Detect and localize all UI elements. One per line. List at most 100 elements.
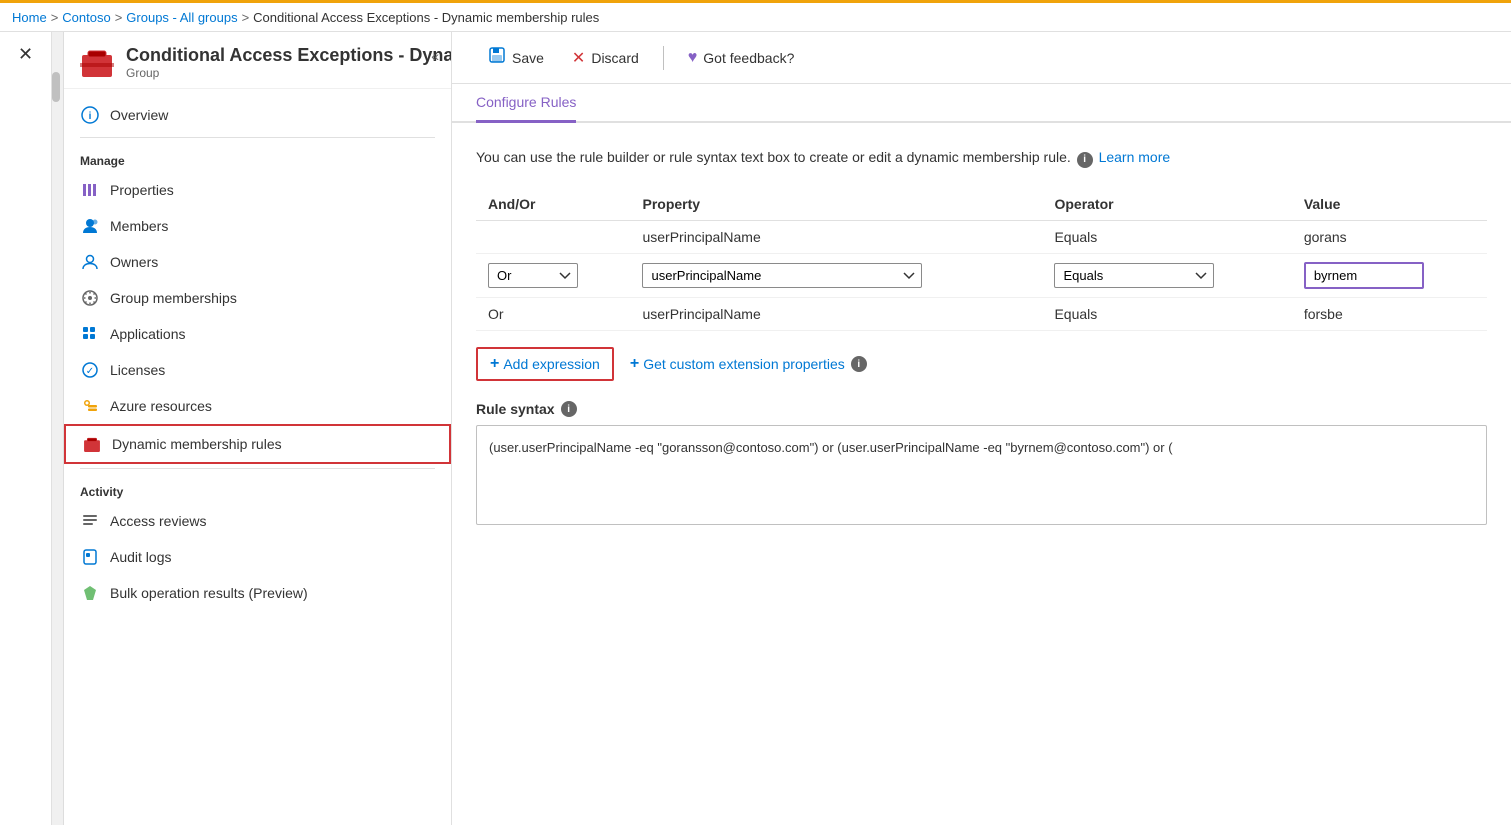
scrollbar[interactable] (52, 32, 64, 825)
sidebar-item-group-memberships[interactable]: Group memberships (64, 280, 451, 316)
col-operator: Operator (1042, 188, 1291, 221)
value-input[interactable] (1304, 262, 1424, 289)
rule-syntax-info-icon[interactable]: i (561, 401, 577, 417)
get-custom-plus-icon: + (630, 355, 639, 373)
dynamic-membership-icon (82, 434, 102, 454)
breadcrumb-groups[interactable]: Groups - All groups (126, 10, 237, 25)
breadcrumb-contoso[interactable]: Contoso (62, 10, 110, 25)
sidebar-item-label-bulk-ops: Bulk operation results (Preview) (110, 585, 308, 601)
action-row: + Add expression + Get custom extension … (476, 347, 1487, 381)
and-or-select[interactable]: Or And (488, 263, 578, 288)
members-icon (80, 216, 100, 236)
tab-configure-rules[interactable]: Configure Rules (476, 84, 576, 123)
discard-button[interactable]: ✕ Discard (560, 42, 651, 74)
add-expression-button[interactable]: + Add expression (476, 347, 614, 381)
row2-operator-cell: Equals Not Equals Contains (1042, 254, 1291, 298)
header-icon (80, 44, 114, 80)
feedback-icon: ♥ (688, 49, 698, 67)
add-expression-label: Add expression (503, 356, 600, 372)
discard-icon: ✕ (572, 48, 585, 68)
toolbar: Save ✕ Discard ♥ Got feedback? (452, 32, 1511, 84)
sidebar-item-properties[interactable]: Properties (64, 172, 451, 208)
sidebar-item-owners[interactable]: Owners (64, 244, 451, 280)
table-row: Or userPrincipalName Equals forsbe (476, 298, 1487, 331)
add-expression-plus-icon: + (490, 355, 499, 373)
breadcrumb-current: Conditional Access Exceptions - Dynamic … (253, 10, 599, 25)
sidebar-item-licenses[interactable]: ✓ Licenses (64, 352, 451, 388)
row1-and-or (476, 221, 630, 254)
save-button-label: Save (512, 50, 544, 66)
audit-logs-icon (80, 547, 100, 567)
collapse-sidebar-button[interactable]: « (431, 48, 439, 64)
save-icon (488, 46, 506, 69)
rule-syntax-label: Rule syntax (476, 401, 555, 417)
info-tooltip-icon[interactable]: i (1077, 152, 1093, 168)
page-subtitle: Group (126, 66, 452, 80)
activity-section-label: Activity (64, 473, 451, 503)
rule-syntax-box[interactable]: (user.userPrincipalName -eq "goransson@c… (476, 425, 1487, 525)
col-and-or: And/Or (476, 188, 630, 221)
rule-syntax-header: Rule syntax i (476, 401, 1487, 417)
sidebar-item-label-azure-resources: Azure resources (110, 398, 212, 414)
sidebar-item-bulk-ops[interactable]: Bulk operation results (Preview) (64, 575, 451, 611)
toolbar-separator (663, 46, 664, 70)
table-header-row: And/Or Property Operator Value (476, 188, 1487, 221)
page-title: Conditional Access Exceptions - Dynamic … (126, 45, 452, 66)
get-custom-label: Get custom extension properties (643, 356, 845, 372)
operator-select[interactable]: Equals Not Equals Contains (1054, 263, 1214, 288)
bulk-ops-icon (80, 583, 100, 603)
close-button[interactable]: ✕ (10, 40, 41, 69)
sidebar-item-dynamic-membership[interactable]: Dynamic membership rules (64, 424, 451, 464)
get-custom-extension-button[interactable]: + Get custom extension properties i (630, 349, 869, 379)
sidebar-item-members[interactable]: Members (64, 208, 451, 244)
col-property: Property (630, 188, 1042, 221)
row2-and-or-cell: Or And (476, 254, 630, 298)
sidebar-item-label-properties: Properties (110, 182, 174, 198)
manage-section-label: Manage (64, 142, 451, 172)
sidebar-item-overview[interactable]: i Overview (64, 97, 451, 133)
feedback-button-label: Got feedback? (703, 50, 794, 66)
row2-value-cell (1292, 254, 1487, 298)
row3-property: userPrincipalName (630, 298, 1042, 331)
custom-extension-info-icon[interactable]: i (851, 356, 867, 372)
info-text: You can use the rule builder or rule syn… (476, 147, 1487, 168)
nav-divider-2 (80, 468, 435, 469)
save-button[interactable]: Save (476, 40, 556, 75)
page-header: Conditional Access Exceptions - Dynamic … (64, 32, 451, 89)
azure-resources-icon (80, 396, 100, 416)
tab-configure-rules-label: Configure Rules (476, 94, 576, 110)
sidebar-item-label-members: Members (110, 218, 168, 234)
property-select[interactable]: userPrincipalName displayName mail (642, 263, 922, 288)
breadcrumb: Home > Contoso > Groups - All groups > C… (12, 10, 599, 25)
scroll-thumb (52, 72, 60, 102)
close-panel: ✕ (0, 32, 52, 825)
breadcrumb-home[interactable]: Home (12, 10, 47, 25)
top-bar: Home > Contoso > Groups - All groups > C… (0, 0, 1511, 32)
sidebar-item-access-reviews[interactable]: Access reviews (64, 503, 451, 539)
sidebar-item-azure-resources[interactable]: Azure resources (64, 388, 451, 424)
overview-icon: i (80, 105, 100, 125)
sidebar: Conditional Access Exceptions - Dynamic … (52, 32, 452, 825)
svg-text:i: i (89, 111, 92, 122)
access-reviews-icon (80, 511, 100, 531)
learn-more-link[interactable]: Learn more (1099, 149, 1171, 165)
tabs: Configure Rules (452, 84, 1511, 123)
table-row-editable: Or And userPrincipalName displayName mai… (476, 254, 1487, 298)
sidebar-item-label-access-reviews: Access reviews (110, 513, 206, 529)
row1-property: userPrincipalName (630, 221, 1042, 254)
discard-button-label: Discard (591, 50, 638, 66)
feedback-button[interactable]: ♥ Got feedback? (676, 43, 807, 73)
rule-syntax-section: Rule syntax i (user.userPrincipalName -e… (476, 401, 1487, 525)
sidebar-item-label-licenses: Licenses (110, 362, 165, 378)
nav-divider-1 (80, 137, 435, 138)
briefcase-icon (80, 45, 114, 79)
sidebar-item-applications[interactable]: Applications (64, 316, 451, 352)
sidebar-item-audit-logs[interactable]: Audit logs (64, 539, 451, 575)
sidebar-item-label-dynamic-membership: Dynamic membership rules (112, 436, 282, 452)
sidebar-item-label-group-memberships: Group memberships (110, 290, 237, 306)
table-row: userPrincipalName Equals gorans (476, 221, 1487, 254)
content-area: Save ✕ Discard ♥ Got feedback? Configure… (452, 32, 1511, 825)
row2-property-cell: userPrincipalName displayName mail (630, 254, 1042, 298)
sidebar-item-label-overview: Overview (110, 107, 168, 123)
row1-value: gorans (1292, 221, 1487, 254)
